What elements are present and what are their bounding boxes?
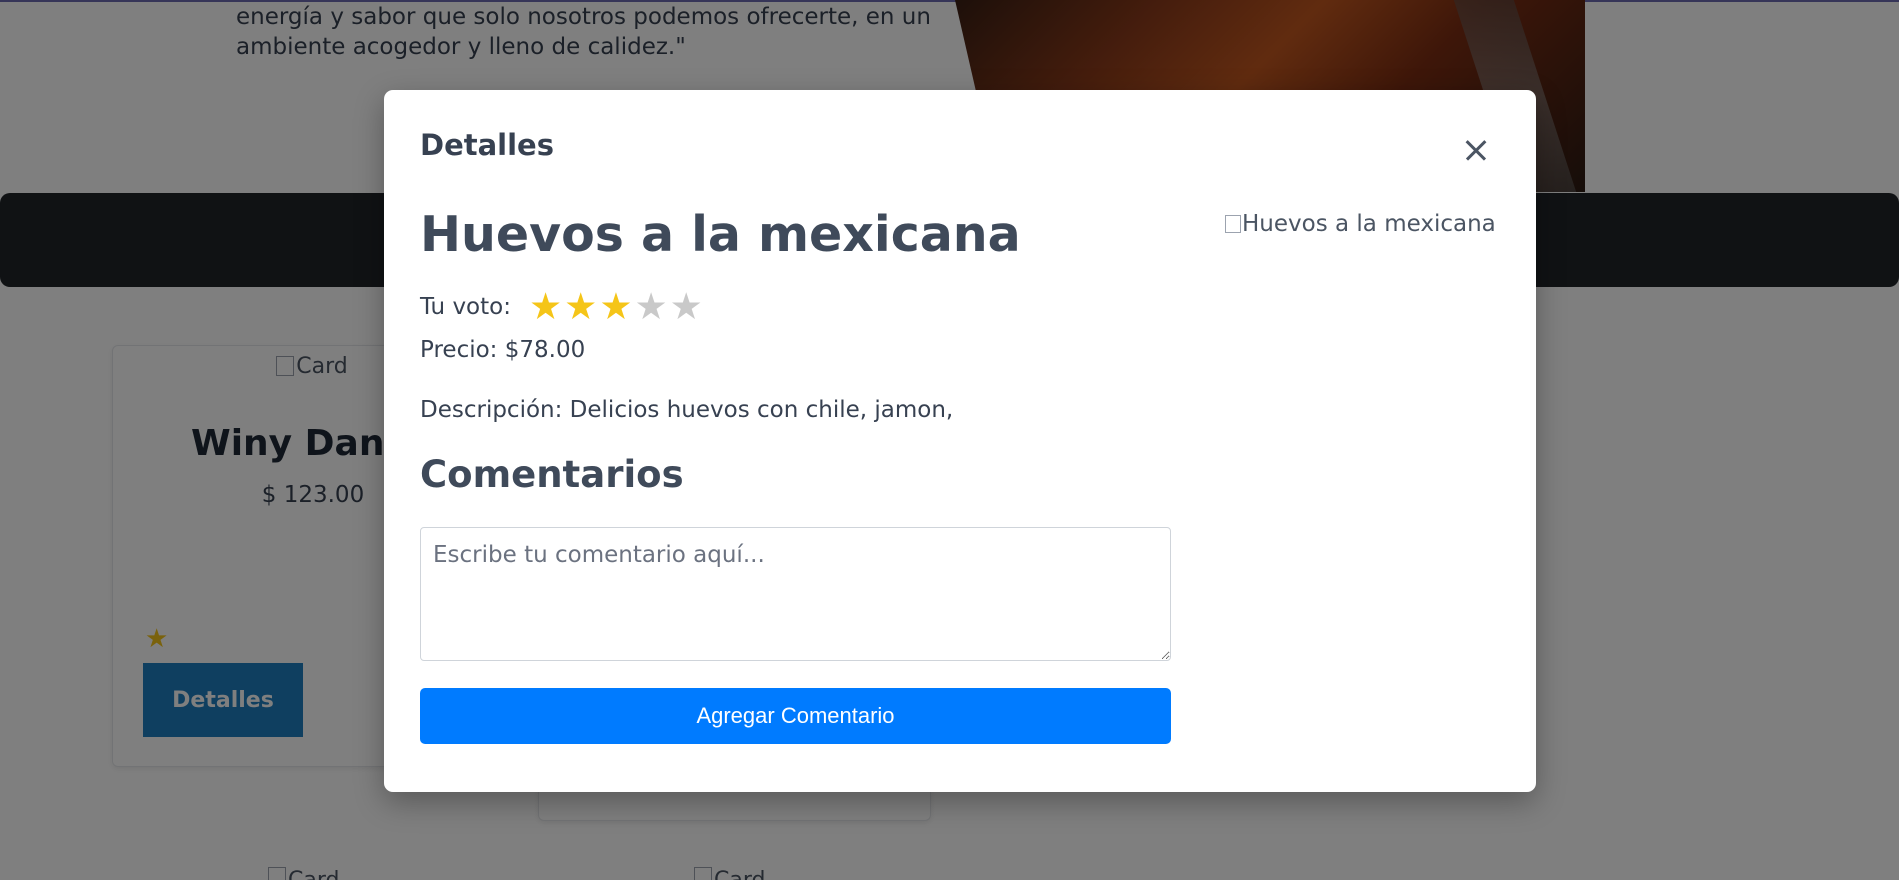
vote-label: Tu voto: [420,294,511,320]
comment-textarea[interactable] [420,527,1171,661]
details-modal: Detalles Huevos a la mexicana Tu voto: ★… [384,90,1536,792]
add-comment-button[interactable]: Agregar Comentario [420,688,1171,744]
modal-title: Detalles [420,128,554,162]
dish-image-alt: Huevos a la mexicana [1225,211,1496,237]
star-icon[interactable]: ★ [529,285,562,328]
comments-heading: Comentarios [420,453,684,496]
star-icon[interactable]: ★ [670,285,703,328]
dish-price: Precio: $78.00 [420,337,586,363]
close-button[interactable] [1460,134,1492,166]
star-icon[interactable]: ★ [634,285,667,328]
star-icon[interactable]: ★ [564,285,597,328]
star-icon[interactable]: ★ [599,285,632,328]
dish-title: Huevos a la mexicana [420,206,1021,263]
star-rating: ★★★★★ [529,287,705,327]
rating-row: Tu voto: ★★★★★ [420,287,705,327]
dish-description: Descripción: Delicios huevos con chile, … [420,397,954,423]
